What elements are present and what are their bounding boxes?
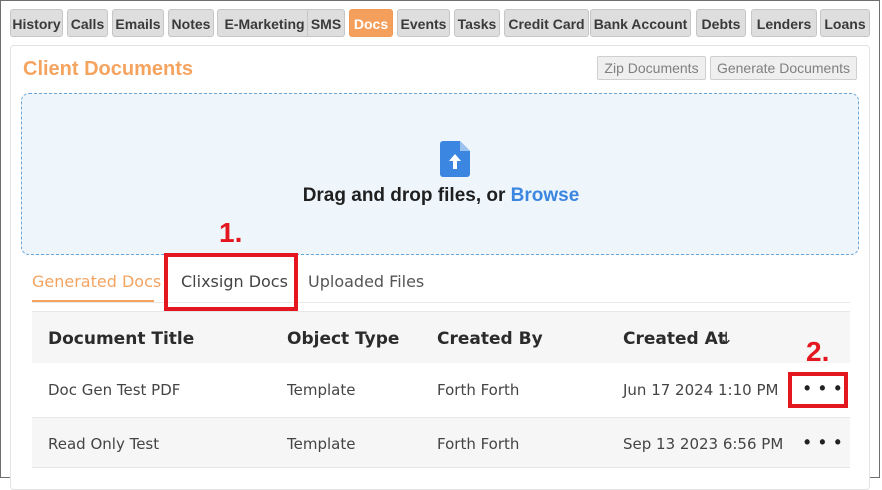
tab-calls[interactable]: Calls	[67, 9, 108, 37]
cell-created-by: Forth Forth	[437, 381, 520, 399]
file-upload-icon	[440, 141, 470, 177]
browse-link[interactable]: Browse	[511, 185, 580, 206]
row-actions-menu-button[interactable]: • • •	[804, 432, 843, 453]
cell-object-type: Template	[287, 435, 356, 453]
tab-sms[interactable]: SMS	[307, 9, 345, 37]
annotation-label-one: 1.	[219, 217, 243, 248]
tab-lenders[interactable]: Lenders	[751, 9, 817, 37]
subtab-generated-docs[interactable]: Generated Docs	[32, 272, 161, 291]
annotation-box-actions	[788, 372, 848, 408]
table-row: Doc Gen Test PDF Template Forth Forth Ju…	[32, 363, 850, 417]
header-document-title[interactable]: Document Title	[48, 329, 194, 349]
header-created-by[interactable]: Created By	[437, 329, 543, 349]
header-object-type[interactable]: Object Type	[287, 329, 399, 349]
tab-notes[interactable]: Notes	[168, 9, 214, 37]
cell-created-by: Forth Forth	[437, 435, 520, 453]
tab-bank-account[interactable]: Bank Account	[590, 9, 691, 37]
dropzone-instruction: Drag and drop files, or	[302, 185, 511, 206]
active-subtab-underline	[32, 300, 154, 302]
cell-document-title: Doc Gen Test PDF	[48, 381, 181, 399]
table-row: Read Only Test Template Forth Forth Sep …	[32, 417, 850, 472]
annotation-box-clixsign	[164, 253, 298, 311]
tab-events[interactable]: Events	[397, 9, 450, 37]
documents-table: Document Title Object Type Created By Cr…	[32, 311, 850, 488]
zip-documents-button[interactable]: Zip Documents	[597, 56, 706, 80]
tab-docs[interactable]: Docs	[349, 9, 393, 37]
table-row-partial	[32, 467, 850, 488]
cell-object-type: Template	[287, 381, 356, 399]
header-created-at[interactable]: Created At	[623, 329, 726, 349]
tab-debts[interactable]: Debts	[696, 9, 746, 37]
tab-e-marketing[interactable]: E-Marketing	[217, 9, 312, 37]
subtab-divider	[32, 302, 850, 303]
table-header: Document Title Object Type Created By Cr…	[32, 311, 850, 364]
subtab-uploaded-files[interactable]: Uploaded Files	[308, 272, 424, 291]
cell-created-at: Sep 13 2023 6:56 PM	[623, 435, 784, 453]
tab-loans[interactable]: Loans	[820, 9, 870, 37]
annotation-label-two: 2.	[806, 336, 830, 367]
tab-credit-card[interactable]: Credit Card	[504, 9, 589, 37]
cell-document-title: Read Only Test	[48, 435, 160, 453]
generate-documents-button[interactable]: Generate Documents	[710, 56, 857, 80]
cell-created-at: Jun 17 2024 1:10 PM	[623, 381, 779, 399]
sort-arrow-icon[interactable]: ↓	[719, 329, 733, 349]
tab-history[interactable]: History	[10, 9, 63, 37]
tab-tasks[interactable]: Tasks	[454, 9, 500, 37]
dropzone-text: Drag and drop files, or Browse	[0, 185, 882, 207]
tab-emails[interactable]: Emails	[112, 9, 164, 37]
card-title: Client Documents	[23, 58, 194, 80]
